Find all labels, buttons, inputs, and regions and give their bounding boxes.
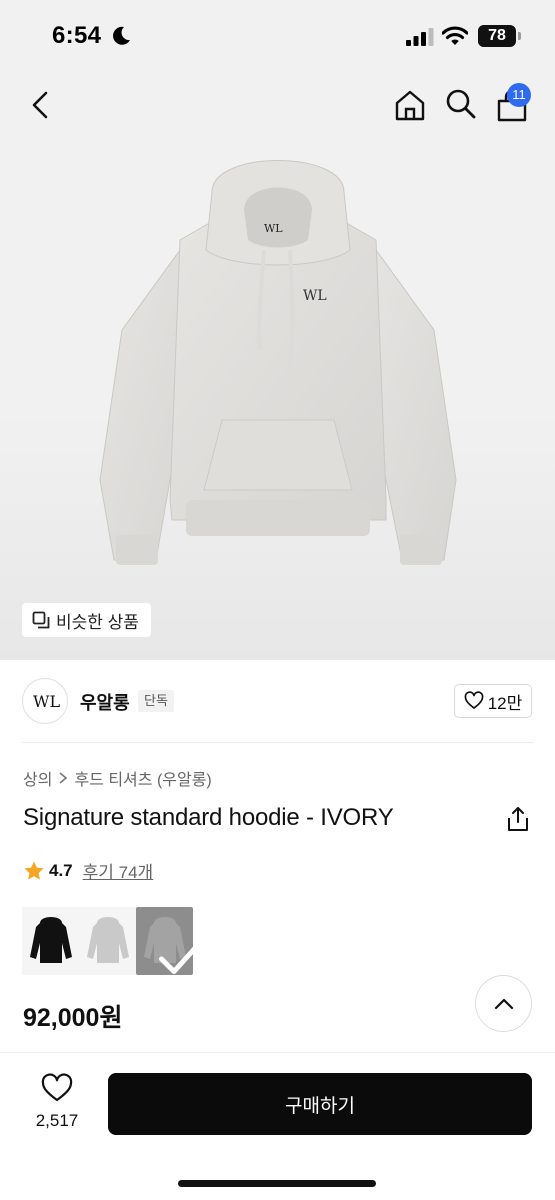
check-icon xyxy=(159,944,199,974)
exclusive-badge: 단독 xyxy=(138,690,174,712)
similar-products-button[interactable]: 비슷한 상품 xyxy=(22,603,151,637)
svg-text:WL: WL xyxy=(264,222,283,235)
share-icon[interactable] xyxy=(506,806,530,832)
product-price: 92,000원 xyxy=(23,1004,123,1032)
home-indicator xyxy=(178,1180,376,1187)
similar-items-icon xyxy=(32,611,50,629)
chevron-up-icon xyxy=(494,998,513,1009)
brand-row: WL 우알롱 단독 12만 xyxy=(0,660,555,742)
wishlist-count: 2,517 xyxy=(35,1111,79,1130)
similar-products-label: 비슷한 상품 xyxy=(56,612,139,632)
brand-like-count: 12만 xyxy=(487,693,523,713)
heart-outline-icon xyxy=(41,1073,73,1102)
product-image[interactable]: WL WL xyxy=(94,140,462,630)
svg-text:WL: WL xyxy=(33,692,60,711)
svg-text:WL: WL xyxy=(303,288,327,304)
chevron-right-icon xyxy=(59,772,68,784)
breadcrumb-subcategory[interactable]: 후드 티셔츠 (우알롱) xyxy=(74,766,211,790)
status-bar: 6:54 78 xyxy=(0,0,555,70)
product-image-area: 11 WL WL 비슷한 상품 xyxy=(0,70,555,660)
moon-icon xyxy=(113,26,130,45)
color-option-gray[interactable] xyxy=(79,907,136,975)
cart-count-badge: 11 xyxy=(507,83,531,107)
brand-name[interactable]: 우알롱 xyxy=(80,689,130,715)
color-option-black[interactable] xyxy=(22,907,79,975)
cellular-signal-icon xyxy=(406,28,434,46)
status-time: 6:54 xyxy=(52,22,102,49)
wifi-icon xyxy=(442,26,468,45)
section-divider xyxy=(22,742,533,743)
battery-percent: 78 xyxy=(488,27,506,44)
brand-logo[interactable]: WL xyxy=(22,678,68,724)
brand-logo-mark: WL xyxy=(33,692,60,711)
product-title: Signature standard hoodie - IVORY xyxy=(23,804,394,831)
brand-like-button[interactable]: 12만 xyxy=(454,684,532,718)
back-arrow-icon[interactable] xyxy=(28,90,54,120)
search-icon[interactable] xyxy=(445,88,477,120)
star-icon xyxy=(24,861,44,880)
gray-hoodie-thumbnail xyxy=(86,917,129,963)
heart-outline-icon xyxy=(464,691,484,709)
bottom-action-bar: 2,517 구매하기 xyxy=(0,1052,555,1200)
review-count-link[interactable]: 후기 74개 xyxy=(83,858,154,883)
battery-indicator: 78 xyxy=(478,25,516,47)
rating-row: 4.7 후기 74개 xyxy=(23,858,153,883)
color-option-ivory-selected[interactable] xyxy=(136,907,199,975)
black-hoodie-thumbnail xyxy=(29,917,72,963)
battery-cap xyxy=(518,32,521,40)
scroll-to-top-button[interactable] xyxy=(475,975,532,1032)
wishlist-button[interactable]: 2,517 xyxy=(22,1073,92,1131)
color-options xyxy=(22,907,199,975)
home-icon[interactable] xyxy=(393,88,427,122)
buy-button[interactable]: 구매하기 xyxy=(108,1073,532,1135)
rating-value: 4.7 xyxy=(49,860,73,880)
breadcrumb-category[interactable]: 상의 xyxy=(23,766,52,790)
breadcrumb: 상의 후드 티셔츠 (우알롱) xyxy=(23,766,212,790)
